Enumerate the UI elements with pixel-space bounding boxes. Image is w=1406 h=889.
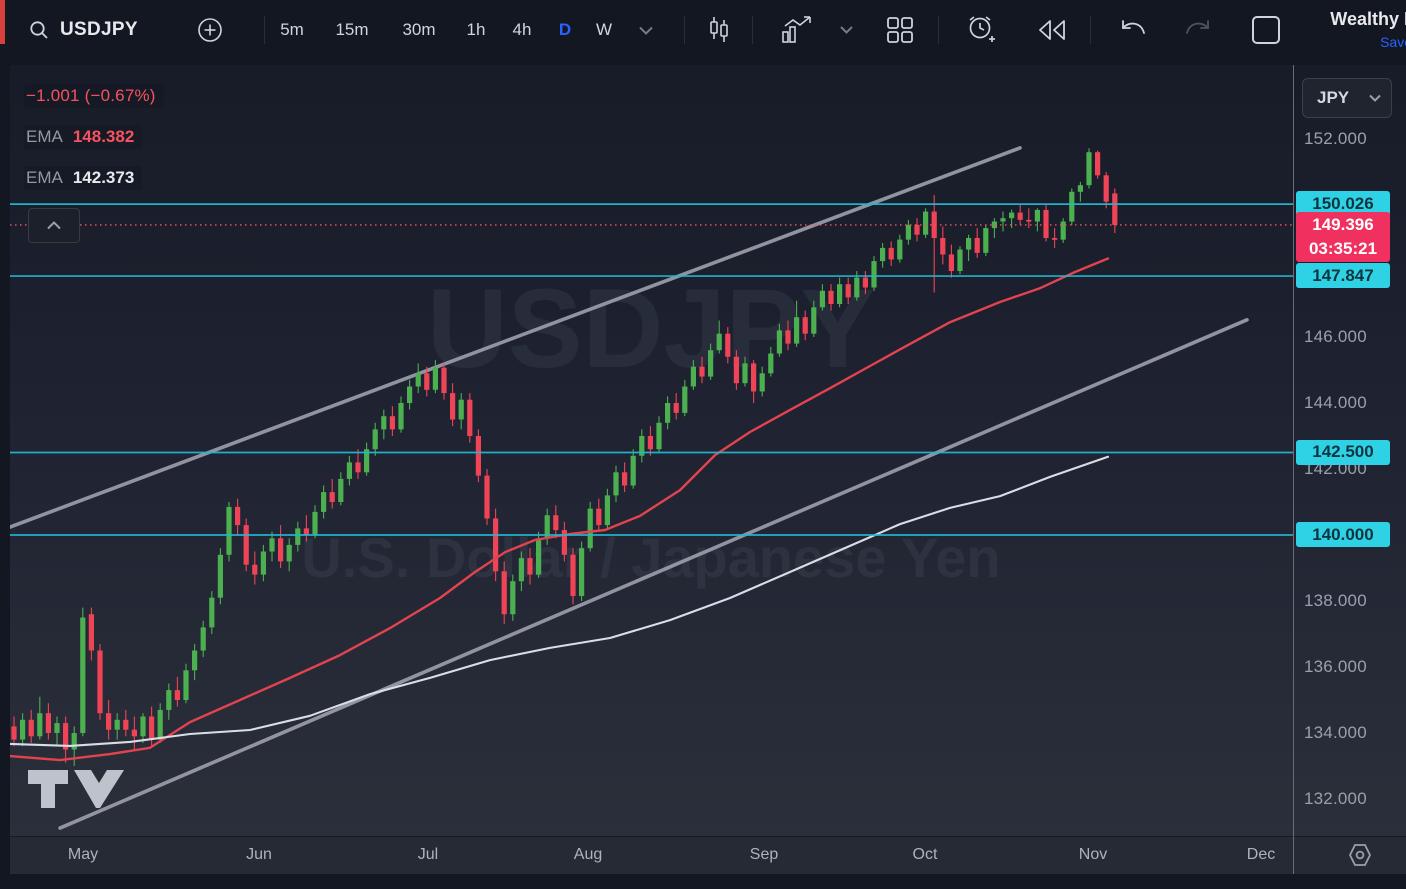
- month-label-oct: Oct: [912, 846, 938, 863]
- add-symbol-icon[interactable]: [192, 0, 228, 60]
- time-axis[interactable]: [10, 836, 1406, 875]
- month-label-jul: Jul: [417, 846, 439, 863]
- toolbar-separator: [752, 16, 753, 44]
- bottom-strip: [0, 874, 1406, 889]
- left-toolbar-strip: [0, 60, 10, 889]
- price-scale-divider[interactable]: [1293, 65, 1294, 874]
- timeframe-chevron-icon[interactable]: [633, 0, 659, 60]
- candles-style-icon[interactable]: [701, 0, 737, 60]
- legend: −1.001 (−0.67%) EMA 148.382 EMA 142.373: [24, 84, 164, 207]
- ema-row-2[interactable]: EMA 142.373: [24, 166, 143, 190]
- tradingview-logo[interactable]: [28, 770, 124, 808]
- symbol-name[interactable]: USDJPY: [60, 0, 138, 60]
- timeframe-15m[interactable]: 15m: [335, 0, 368, 60]
- red-edge-artifact: [0, 0, 5, 44]
- search-icon[interactable]: [22, 0, 56, 60]
- month-label-jun: Jun: [246, 846, 272, 863]
- replay-icon[interactable]: [1032, 0, 1072, 60]
- layout-grid-icon[interactable]: [880, 0, 920, 60]
- toolbar-separator: [684, 16, 685, 44]
- undo-icon[interactable]: [1113, 0, 1153, 60]
- timeframe-1h[interactable]: 1h: [467, 0, 486, 60]
- price-tick: 136.000: [1304, 657, 1367, 676]
- month-label-may: May: [67, 846, 99, 863]
- indicator-value: 148.382: [72, 127, 135, 146]
- ema_slow-line: [10, 455, 1110, 747]
- month-label-sep: Sep: [749, 846, 779, 863]
- currency-dropdown[interactable]: JPY: [1302, 78, 1392, 118]
- save-button[interactable]: Save: [1380, 34, 1406, 50]
- ema-row-1[interactable]: EMA 148.382: [24, 125, 143, 149]
- chart-settings-button[interactable]: [1314, 836, 1406, 874]
- indicator-label: EMA: [26, 168, 63, 187]
- price-tick: 146.000: [1304, 327, 1367, 346]
- price-level-badge: 140.000: [1296, 522, 1390, 547]
- month-label-nov: Nov: [1078, 846, 1108, 863]
- tradingview-window: USDJPY U.S. Dollar / Japanese Yen USDJPY …: [0, 0, 1406, 889]
- price-tick: 152.000: [1304, 129, 1367, 148]
- toolbar-separator: [938, 16, 939, 44]
- trendline-drawings[interactable]: [10, 146, 1249, 830]
- countdown-timer: 03:35:21: [1308, 238, 1378, 258]
- candlestick-series: [11, 148, 1118, 766]
- month-label-aug: Aug: [573, 846, 603, 863]
- price-tick: 132.000: [1304, 789, 1367, 808]
- indicator-label: EMA: [26, 127, 63, 146]
- indicators-chevron-icon[interactable]: [834, 0, 858, 60]
- legend-collapse-button[interactable]: [28, 208, 80, 243]
- price-level-badge: 147.847: [1296, 263, 1390, 289]
- chart-pane[interactable]: USDJPYU.S. Dollar / Japanese Yen: [10, 65, 1293, 836]
- price-tick: 144.000: [1304, 393, 1367, 412]
- price-change: −1.001 (−0.67%): [26, 86, 156, 105]
- price-tick: 134.000: [1304, 723, 1367, 742]
- indicator-value: 142.373: [72, 168, 135, 187]
- timeframe-D[interactable]: D: [559, 0, 571, 60]
- price-tick: 138.000: [1304, 591, 1367, 610]
- timeframe-30m[interactable]: 30m: [402, 0, 435, 60]
- toolbar-separator: [1090, 16, 1091, 44]
- toolbar-separator: [264, 16, 265, 44]
- redo-icon[interactable]: [1178, 0, 1218, 60]
- timeframe-4h[interactable]: 4h: [513, 0, 532, 60]
- chevron-up-icon: [47, 221, 61, 230]
- last-price-badge: 149.396 03:35:21: [1296, 211, 1390, 262]
- layout-name[interactable]: Wealthy E: [1330, 9, 1406, 30]
- timeframe-5m[interactable]: 5m: [280, 0, 304, 60]
- snapshot-square-icon[interactable]: [1244, 0, 1288, 60]
- gear-icon: [1348, 844, 1372, 866]
- top-toolbar: USDJPY 5m 15m 30m 1h 4h D W Wealthy Sav: [0, 0, 1406, 60]
- chevron-down-icon: [1369, 94, 1381, 102]
- month-label-dec: Dec: [1246, 846, 1276, 863]
- alert-add-icon[interactable]: [960, 0, 1002, 60]
- price-level-badge: 142.500: [1296, 439, 1390, 465]
- last-price: 149.396: [1312, 214, 1374, 234]
- timeframe-W[interactable]: W: [596, 0, 612, 60]
- currency-label: JPY: [1317, 88, 1350, 107]
- indicators-icon[interactable]: [776, 0, 818, 60]
